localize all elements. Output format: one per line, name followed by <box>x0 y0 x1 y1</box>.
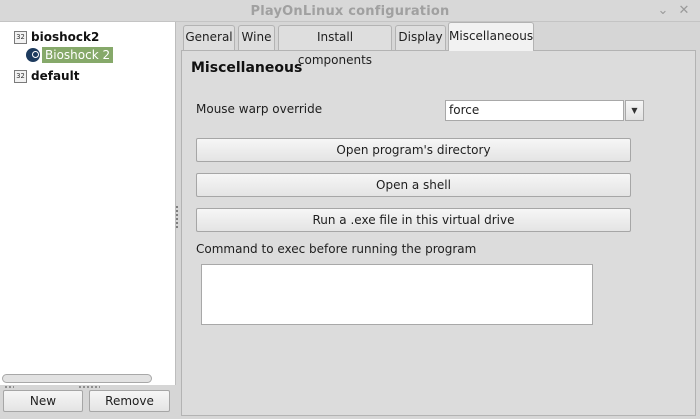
steam-icon <box>26 48 40 62</box>
tree-item-bioshock2[interactable]: 32 bioshock2 <box>14 28 99 46</box>
open-program-directory-button[interactable]: Open program's directory <box>196 138 631 162</box>
window-titlebar: PlayOnLinux configuration ⌄ ✕ <box>0 0 700 22</box>
pane-splitter-handle[interactable] <box>175 205 179 229</box>
tree-item-label: bioshock2 <box>31 30 100 44</box>
splitter-grip-left[interactable] <box>4 385 14 389</box>
mouse-warp-label: Mouse warp override <box>196 102 323 116</box>
window-title: PlayOnLinux configuration <box>250 4 450 19</box>
pre-command-textarea[interactable] <box>201 264 593 325</box>
close-icon[interactable]: ✕ <box>676 3 692 19</box>
prefix-tree: 32 bioshock2 Bioshock 2 32 default <box>0 22 176 385</box>
remove-button[interactable]: Remove <box>89 390 170 412</box>
tree-item-label: Bioshock 2 <box>42 47 114 63</box>
tab-display[interactable]: Display <box>395 25 446 50</box>
tab-miscellaneous[interactable]: Miscellaneous <box>448 22 534 51</box>
chevron-down-icon[interactable]: ▼ <box>625 100 644 121</box>
pre-command-label: Command to exec before running the progr… <box>196 242 477 256</box>
new-button[interactable]: New <box>3 390 83 412</box>
tree-item-bioshock-2[interactable]: Bioshock 2 <box>26 46 114 64</box>
tab-install-components[interactable]: Install components <box>278 25 392 67</box>
tree-item-default[interactable]: 32 default <box>14 67 79 85</box>
section-title: Miscellaneous <box>191 60 303 76</box>
tree-item-label: default <box>31 69 80 83</box>
badge-32-icon: 32 <box>14 30 27 44</box>
minimize-icon[interactable]: ⌄ <box>655 3 671 19</box>
tab-wine[interactable]: Wine <box>238 25 275 50</box>
tab-general[interactable]: General <box>183 25 235 50</box>
open-shell-button[interactable]: Open a shell <box>196 173 631 197</box>
tree-horizontal-scrollbar[interactable] <box>2 374 152 383</box>
run-exe-button[interactable]: Run a .exe file in this virtual drive <box>196 208 631 232</box>
badge-32-icon: 32 <box>14 69 27 83</box>
mouse-warp-select[interactable]: force <box>445 100 624 121</box>
splitter-grip-center[interactable] <box>78 385 100 389</box>
